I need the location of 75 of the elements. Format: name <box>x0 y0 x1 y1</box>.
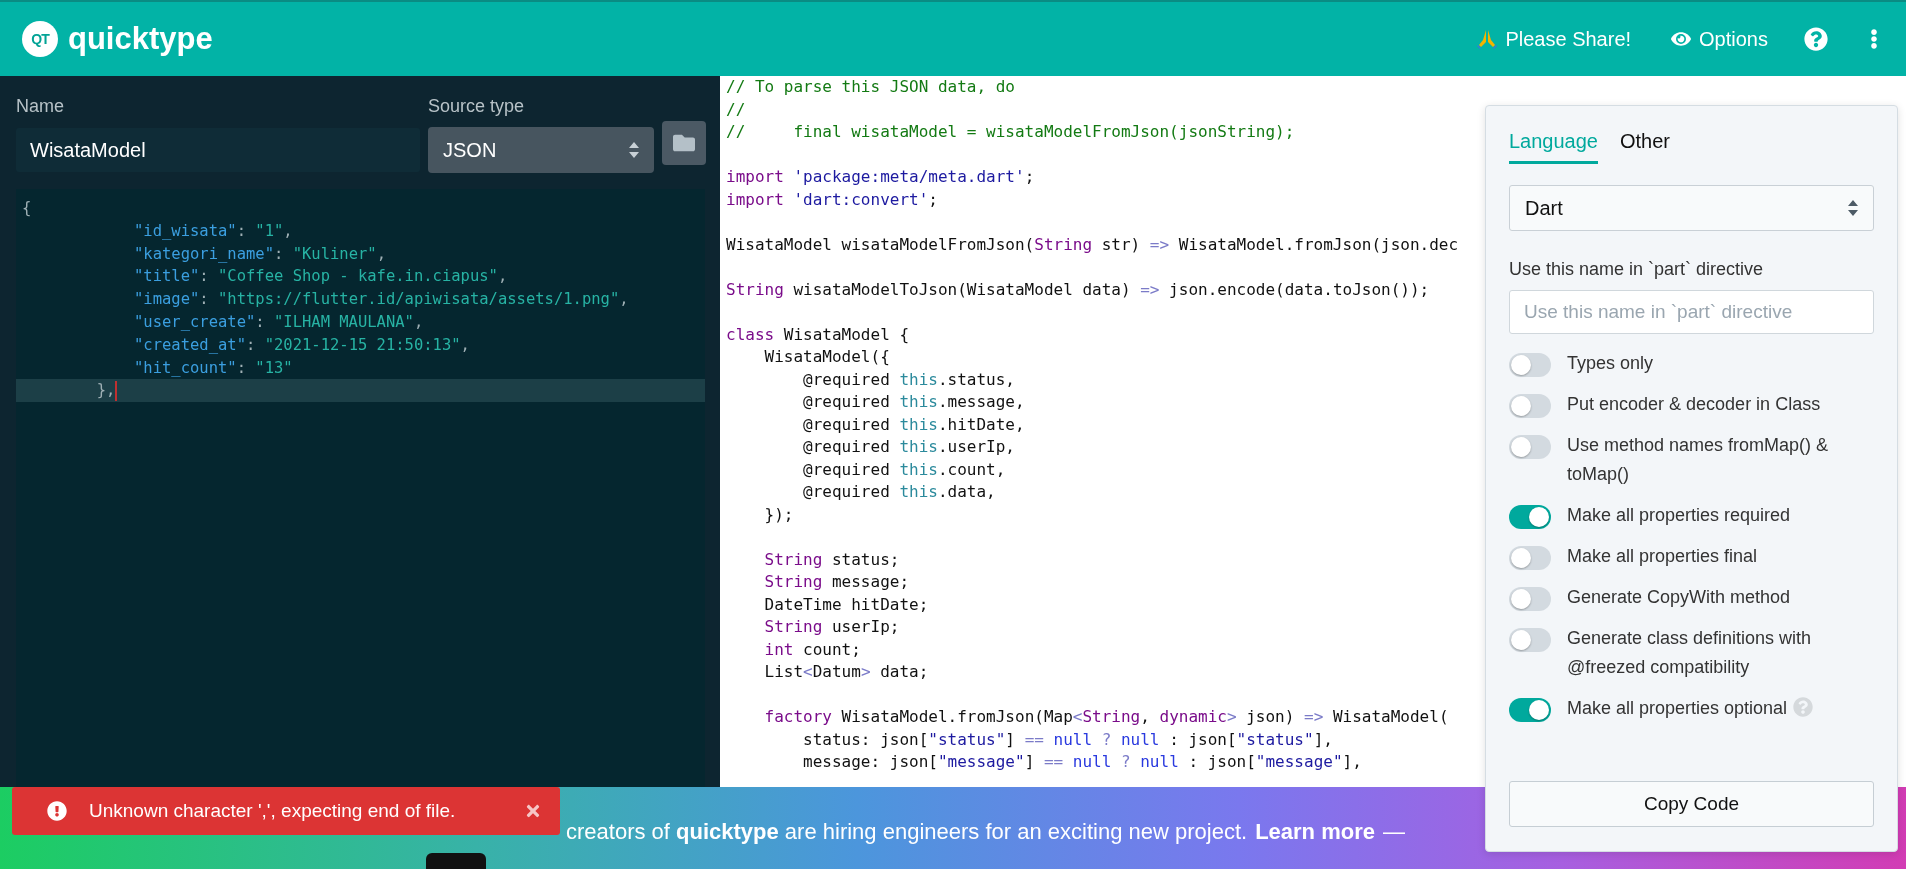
code-line: String userIp; <box>763 616 900 638</box>
options-tab[interactable]: Other <box>1620 124 1670 164</box>
source-type-select[interactable]: JSON <box>428 127 654 173</box>
code-line: @required this.count, <box>802 458 1006 481</box>
option-label: Generate CopyWith method <box>1567 586 1791 609</box>
json-line: "title": "Coffee Shop - kafe.in.ciapus", <box>132 266 509 288</box>
banner-text: creators of quicktype are hiring engineers for an exciting new project. <box>566 819 1248 845</box>
banner-handle <box>426 853 486 869</box>
chevron-updown-icon <box>628 140 640 160</box>
source-type-label: Source type <box>428 96 526 117</box>
code-line: List<Datum> data; <box>763 661 929 683</box>
name-label: Name <box>16 96 65 117</box>
code-line: }); <box>763 503 794 526</box>
json-line: "created_at": "2021-12-15 21:50:13", <box>132 334 471 356</box>
copy-code-button[interactable]: Copy Code <box>1509 781 1874 827</box>
option-label: Use method names fromMap() & toMap() <box>1567 434 1830 486</box>
code-line: // To parse this JSON data, do <box>726 76 1015 98</box>
code-line: factory WisataModel.fromJson(Map<String, dynamic> json) => WisataModel( <box>763 706 1449 728</box>
name-field[interactable]: WisataModel <box>16 128 420 172</box>
code-line: String wisataModelToJson(WisataModel data) => json.encode(data.toJson()); <box>726 278 1430 301</box>
code-line: // <box>726 98 746 121</box>
code-line: import 'dart:convert'; <box>726 188 938 211</box>
option-label: Generate class definitions with @freezed compatibility <box>1567 627 1813 679</box>
close-button[interactable] <box>524 802 542 820</box>
json-line: "hit_count": "13" <box>132 357 294 379</box>
folder-icon <box>673 132 695 154</box>
option-label: Put encoder & decoder in Class <box>1567 393 1821 416</box>
code-line: // final wisataModel = wisataModelFromJson(jsonString); <box>726 121 1295 143</box>
code-line: String status; <box>763 548 900 571</box>
help-icon[interactable] <box>1804 27 1828 51</box>
toggle-switch[interactable] <box>1509 587 1551 611</box>
chevron-updown-icon <box>1847 198 1859 218</box>
toggle-switch[interactable] <box>1509 353 1551 377</box>
code-line: class WisataModel { <box>726 323 910 346</box>
toggle-switch[interactable] <box>1509 628 1551 652</box>
error-icon <box>47 801 67 821</box>
toggle-switch[interactable] <box>1509 546 1551 570</box>
code-line: @required this.message, <box>802 391 1025 413</box>
toggle-switch[interactable] <box>1509 698 1551 722</box>
language-select[interactable]: Dart <box>1509 185 1874 231</box>
toggle-switch[interactable] <box>1509 505 1551 529</box>
code-line: @required this.data, <box>802 481 996 503</box>
dash-text: — <box>1382 819 1405 845</box>
option-label: Types only <box>1567 352 1654 375</box>
part-label: Use this name in `part` directive <box>1509 259 1765 280</box>
code-line: WisataModel({ <box>763 346 890 368</box>
brand-name: quicktype <box>68 21 213 57</box>
code-line: @required this.status, <box>802 368 1015 391</box>
json-line: "user_create": "ILHAM MAULANA", <box>132 312 425 333</box>
error-message: Unknown character ',', expecting end of file. <box>89 800 456 822</box>
code-line: String message; <box>763 571 910 593</box>
open-file-button[interactable] <box>662 121 706 165</box>
learn-more-link[interactable]: Learn more <box>1255 819 1375 845</box>
json-editor[interactable] <box>16 189 705 787</box>
code-line: WisataModel wisataModelFromJson(String str) => WisataModel.fromJson(json.dec <box>726 233 1459 256</box>
json-line: "image": "https://flutter.id/apiwisata/assets/1.png", <box>132 289 630 311</box>
code-line: @required this.userIp, <box>802 436 1015 458</box>
code-line: @required this.hitDate, <box>802 413 1025 436</box>
option-label: Make all properties final <box>1567 545 1758 568</box>
code-line: status: json["status"] == null ? null : json["status"], <box>802 728 1333 751</box>
code-line: message: json["message"] == null ? null : json["message"], <box>802 751 1362 773</box>
toggle-switch[interactable] <box>1509 394 1551 418</box>
json-line: { <box>21 198 33 219</box>
json-line: "id_wisata": "1", <box>132 220 294 242</box>
option-label: Make all properties optional <box>1567 694 1814 723</box>
code-line: int count; <box>763 638 861 661</box>
part-name-field[interactable]: Use this name in `part` directive <box>1509 290 1874 334</box>
logo-mark: QT <box>22 21 58 57</box>
toggle-switch[interactable] <box>1509 435 1551 459</box>
json-line: "kategori_name": "Kuliner", <box>132 243 387 265</box>
help-icon[interactable] <box>1793 697 1814 717</box>
eye-icon <box>1671 29 1692 49</box>
code-line: import 'package:meta/meta.dart'; <box>726 166 1035 188</box>
option-label: Make all properties required <box>1567 504 1791 527</box>
code-line: DateTime hitDate; <box>763 593 929 616</box>
